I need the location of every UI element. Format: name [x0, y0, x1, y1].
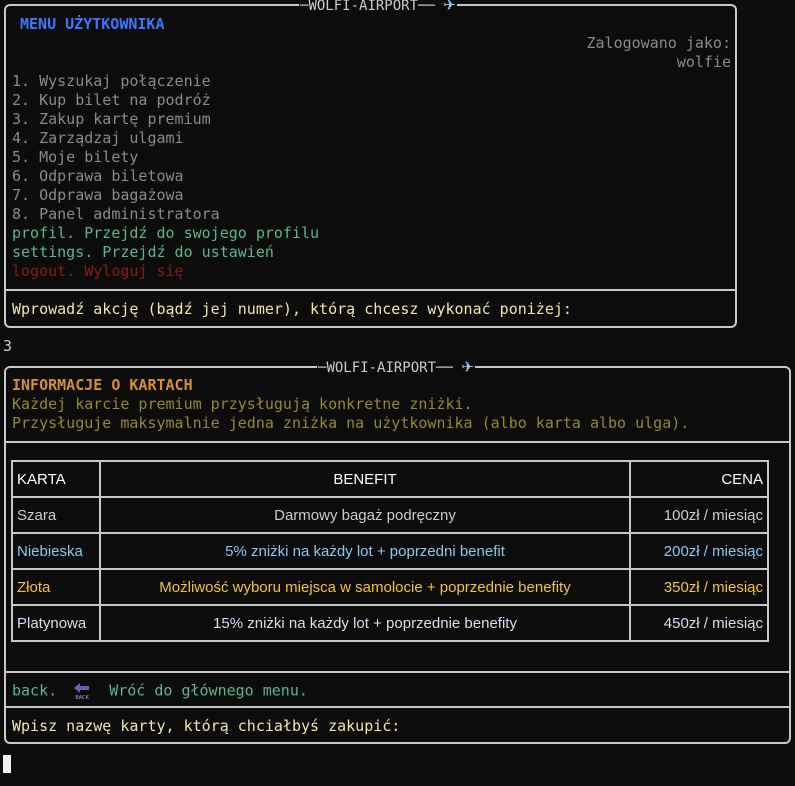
divider [6, 441, 789, 443]
divider [6, 706, 789, 708]
back-option[interactable]: back. BACK Wróć do głównego menu. [12, 681, 308, 702]
cards-prompt: Wpisz nazwę karty, którą chciałbyś zakup… [12, 717, 401, 735]
column-header-benefit: BENEFIT [99, 460, 631, 498]
back-label: Wróć do głównego menu. [109, 681, 308, 700]
logged-in-label: Zalogowano jako: [586, 34, 732, 52]
app-title: WOLFI-AIRPORT [308, 0, 419, 14]
menu-item-5[interactable]: 5. Moje bilety [12, 148, 138, 167]
back-icon-text: BACK [75, 695, 89, 701]
card-benefit: Darmowy bagaż podręczny [99, 496, 631, 534]
card-benefit: 15% zniżki na każdy lot + poprzednie ben… [99, 604, 631, 642]
menu-heading: MENU UŻYTKOWNIKA [20, 15, 165, 33]
card-benefit: 5% zniżki na każdy lot + poprzedni benef… [99, 532, 631, 570]
card-benefit: Możliwość wyboru miejsca w samolocie + p… [99, 568, 631, 606]
cards-info-line-1: Każdej karcie premium przysługują konkre… [12, 395, 473, 413]
card-price: 200zł / miesiąc [629, 532, 769, 570]
user-menu-panel: ─WOLFI-AIRPORT── ✈ MENU UŻYTKOWNIKA Zalo… [4, 0, 737, 328]
card-price: 450zł / miesiąc [629, 604, 769, 642]
user-input-echo: 3 [3, 337, 13, 355]
logged-in-info: Zalogowano jako: wolfie [587, 34, 732, 72]
card-price: 350zł / miesiąc [629, 568, 769, 606]
card-name: Platynowa [11, 604, 101, 642]
table-row: Platynowa 15% zniżki na każdy lot + popr… [11, 604, 769, 642]
card-name: Niebieska [11, 532, 101, 570]
menu-item-7[interactable]: 7. Odprawa bagażowa [12, 186, 184, 205]
panel-title: ─WOLFI-AIRPORT── ✈ [317, 357, 475, 378]
cards-table: KARTA BENEFIT CENA Szara Darmowy bagaż p… [11, 460, 769, 642]
menu-item-4[interactable]: 4. Zarządzaj ulgami [12, 129, 184, 148]
card-name: Złota [11, 568, 101, 606]
airplane-icon: ✈ [443, 0, 456, 14]
divider [6, 289, 735, 291]
table-header-row: KARTA BENEFIT CENA [11, 460, 769, 498]
cards-panel: ─WOLFI-AIRPORT── ✈ INFORMACJE O KARTACH … [4, 357, 791, 744]
cards-heading: INFORMACJE O KARTACH [12, 376, 193, 394]
table-row: Niebieska 5% zniżki na każdy lot + poprz… [11, 532, 769, 570]
column-header-cena: CENA [629, 460, 769, 498]
app-title: WOLFI-AIRPORT [326, 360, 437, 376]
back-key: back. [12, 681, 58, 700]
menu-item-profile[interactable]: profil. Przejdź do swojego profilu [12, 224, 319, 243]
menu-item-logout[interactable]: logout. Wyloguj się [12, 262, 184, 281]
panel-title: ─WOLFI-AIRPORT── ✈ [299, 0, 457, 16]
card-name: Szara [11, 496, 101, 534]
menu-item-2[interactable]: 2. Kup bilet na podróż [12, 91, 211, 110]
airplane-icon: ✈ [461, 358, 474, 376]
card-price: 100zł / miesiąc [629, 496, 769, 534]
menu-item-8[interactable]: 8. Panel administratora [12, 205, 220, 224]
menu-item-6[interactable]: 6. Odprawa biletowa [12, 167, 184, 186]
cards-info-line-2: Przysługuje maksymalnie jedna zniżka na … [12, 414, 690, 432]
username: wolfie [676, 53, 731, 71]
menu-item-settings[interactable]: settings. Przejdź do ustawień [12, 243, 274, 262]
column-header-karta: KARTA [11, 460, 101, 498]
back-arrow-icon[interactable]: BACK [72, 681, 92, 701]
table-row: Złota Możliwość wyboru miejsca w samoloc… [11, 568, 769, 606]
divider [6, 671, 789, 673]
table-row: Szara Darmowy bagaż podręczny 100zł / mi… [11, 496, 769, 534]
menu-item-1[interactable]: 1. Wyszukaj połączenie [12, 72, 211, 91]
menu-item-3[interactable]: 3. Zakup kartę premium [12, 110, 211, 129]
menu-prompt: Wprowadź akcję (bądź jej numer), którą c… [12, 300, 572, 318]
text-cursor[interactable] [3, 755, 11, 773]
